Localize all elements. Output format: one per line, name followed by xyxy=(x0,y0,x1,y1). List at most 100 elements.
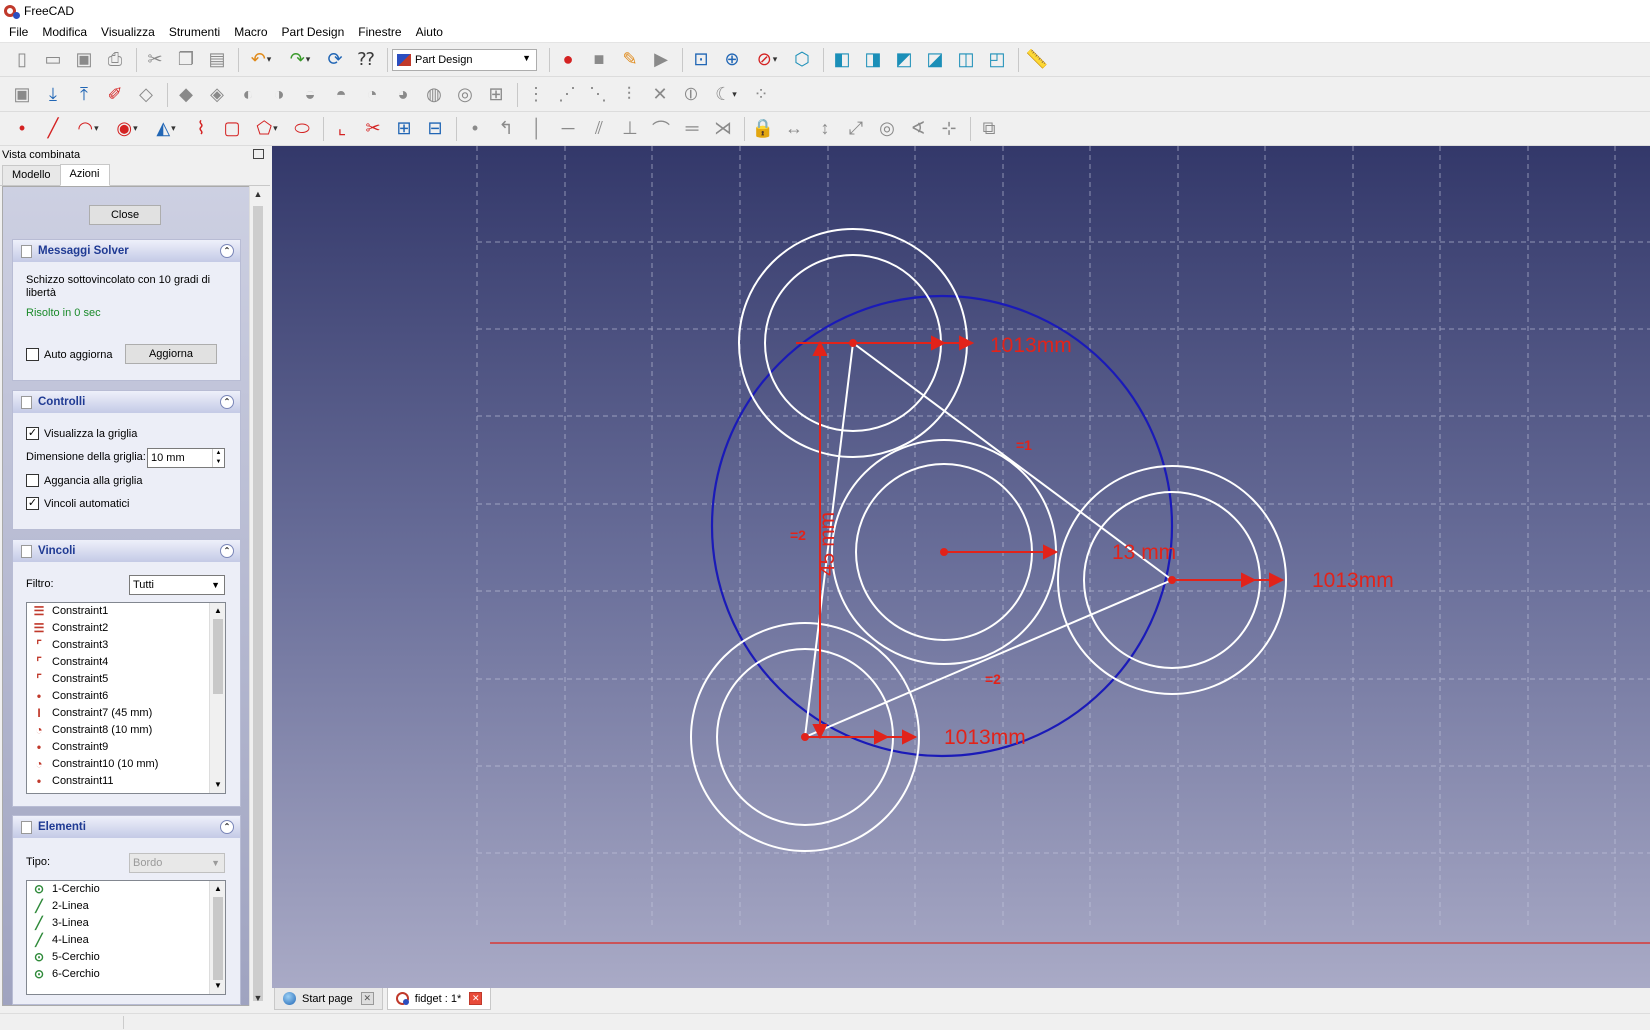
hole-icon[interactable]: ◍ xyxy=(420,81,448,109)
draw-style-icon[interactable]: ⊘ xyxy=(749,46,785,74)
constrain-vertical-distance-icon[interactable]: ↕ xyxy=(811,115,839,143)
constrain-radius-icon[interactable]: ◎ xyxy=(873,115,901,143)
undo-icon[interactable]: ↶ xyxy=(243,46,279,74)
constrain-symmetric-icon[interactable]: ⋊ xyxy=(709,115,737,143)
menu-part-design[interactable]: Part Design xyxy=(275,21,352,43)
copy-icon[interactable]: ❐ xyxy=(172,46,200,74)
circle-icon[interactable]: ◉ xyxy=(109,115,145,143)
undock-icon[interactable] xyxy=(253,149,264,159)
sketch-tool-2-icon[interactable]: ⋰ xyxy=(553,81,581,109)
dimension-labels[interactable]: 1013mm 13 mm 1013mm 1013mm 45 mm xyxy=(816,334,1394,749)
top-view-icon[interactable]: ◨ xyxy=(859,46,887,74)
close-icon[interactable]: ✕ xyxy=(360,992,374,1005)
menu-modifica[interactable]: Modifica xyxy=(35,21,94,43)
tab-fidget[interactable]: fidget : 1* ✕ xyxy=(386,988,492,1010)
draft-icon[interactable]: ◔ xyxy=(358,81,386,109)
sketch-canvas[interactable]: 1013mm 13 mm 1013mm 1013mm 45 mm =1 =2 =… xyxy=(272,146,1650,988)
sketch-tool-5-icon[interactable]: ✕ xyxy=(646,81,674,109)
collapse-icon[interactable]: ⌃ xyxy=(220,244,234,258)
list-item[interactable]: • Constraint9 xyxy=(27,739,225,756)
list-item[interactable]: ⊙ 1-Cerchio xyxy=(27,881,225,898)
trim-icon[interactable]: ✂ xyxy=(359,115,387,143)
dimension-label-bottom[interactable]: 1013mm xyxy=(944,726,1026,749)
fit-all-icon[interactable]: ⊡ xyxy=(687,46,715,74)
constraints-list[interactable]: ☰ Constraint1 ☰ Constraint2 ⌜ Constraint3 ⌜… xyxy=(26,602,226,794)
slot-icon[interactable]: ⬭ xyxy=(288,115,316,143)
collapse-icon[interactable]: ⌃ xyxy=(220,395,234,409)
list-scrollbar[interactable]: ▲ ▼ xyxy=(209,603,225,793)
list-item[interactable]: ⊙ 5-Cerchio xyxy=(27,949,225,966)
controls-header[interactable]: Controlli ⌃ xyxy=(13,391,240,413)
dimension-label-top[interactable]: 1013mm xyxy=(990,334,1072,357)
front-view-icon[interactable]: ◧ xyxy=(828,46,856,74)
sketch-icon[interactable]: ✐ xyxy=(101,81,129,109)
fillet-sketch-icon[interactable]: ⌞ xyxy=(328,115,356,143)
create-body-icon[interactable]: ▣ xyxy=(8,81,36,109)
right-view-icon[interactable]: ◩ xyxy=(890,46,918,74)
update-button[interactable]: Aggiorna xyxy=(125,344,217,364)
triangle-line-2[interactable] xyxy=(804,579,1173,738)
elements-list[interactable]: ⊙ 1-Cerchio ╱ 2-Linea ╱ 3-Linea ╱ 4-Linea ⊙ 5… xyxy=(26,880,226,995)
point-icon[interactable]: • xyxy=(8,115,36,143)
redo-icon[interactable]: ↷ xyxy=(282,46,318,74)
rear-view-icon[interactable]: ◪ xyxy=(921,46,949,74)
show-grid-checkbox[interactable]: ✓ xyxy=(26,427,39,440)
filter-select[interactable]: Tutti ▼ xyxy=(129,575,225,595)
groove-icon[interactable]: ◑ xyxy=(265,81,293,109)
thickness-icon[interactable]: ◕ xyxy=(389,81,417,109)
sketch-view[interactable]: 1013mm 13 mm 1013mm 1013mm 45 mm =1 =2 =… xyxy=(272,146,1650,988)
paste-icon[interactable]: ▤ xyxy=(203,46,231,74)
whats-this-icon[interactable]: ⁇ xyxy=(352,46,380,74)
conic-icon[interactable]: ◭ xyxy=(148,115,184,143)
constrain-angle-icon[interactable]: ∢ xyxy=(904,115,932,143)
list-item[interactable]: ╱ 4-Linea xyxy=(27,932,225,949)
macro-edit-icon[interactable]: ✎ xyxy=(616,46,644,74)
list-item[interactable]: ◔ Constraint8 (10 mm) xyxy=(27,722,225,739)
constrain-point-on-object-icon[interactable]: ↰ xyxy=(492,115,520,143)
constrain-horizontal-icon[interactable]: ─ xyxy=(554,115,582,143)
isometric-view-icon[interactable]: ⬡ xyxy=(788,46,816,74)
dimension-label-center[interactable]: 13 mm xyxy=(1112,541,1176,564)
list-item[interactable]: ⌜ Constraint3 xyxy=(27,637,225,654)
print-icon[interactable]: ⎙ xyxy=(101,46,129,74)
mirror-icon[interactable]: ◎ xyxy=(451,81,479,109)
constrain-distance-icon[interactable]: ⤢ xyxy=(842,115,870,143)
list-item[interactable]: ╱ 3-Linea xyxy=(27,915,225,932)
scroll-thumb[interactable] xyxy=(213,619,223,694)
list-item[interactable]: • Constraint11 xyxy=(27,773,225,790)
menu-file[interactable]: File xyxy=(2,21,35,43)
elements-header[interactable]: Elementi ⌃ xyxy=(13,816,240,838)
constrain-coincident-icon[interactable]: • xyxy=(461,115,489,143)
menu-finestre[interactable]: Finestre xyxy=(351,21,408,43)
macro-stop-icon[interactable]: ■ xyxy=(585,46,613,74)
collapse-icon[interactable]: ⌃ xyxy=(220,820,234,834)
tab-modello[interactable]: Modello xyxy=(2,165,61,185)
dimension-label-right[interactable]: 1013mm xyxy=(1312,569,1394,592)
polygon-icon[interactable]: ⬠ xyxy=(249,115,285,143)
sketch-tool-6-icon[interactable]: ⦶ xyxy=(677,81,705,109)
list-item[interactable]: I Constraint7 (45 mm) xyxy=(27,705,225,722)
list-item[interactable]: ⌜ Constraint4 xyxy=(27,654,225,671)
sketch-tool-3-icon[interactable]: ⋱ xyxy=(584,81,612,109)
scroll-down-icon[interactable]: ▼ xyxy=(210,978,225,994)
fit-selection-icon[interactable]: ⊕ xyxy=(718,46,746,74)
list-item[interactable]: ☰ Constraint1 xyxy=(27,603,225,620)
new-file-icon[interactable]: ▯ xyxy=(8,46,36,74)
constrain-snell-icon[interactable]: ⊹ xyxy=(935,115,963,143)
dimension-label-vertical[interactable]: 45 mm xyxy=(816,512,839,576)
bottom-view-icon[interactable]: ◫ xyxy=(952,46,980,74)
pattern-icon[interactable]: ⊞ xyxy=(482,81,510,109)
scroll-down-icon[interactable]: ▼ xyxy=(250,990,266,1006)
list-item[interactable]: ⌜ Constraint5 xyxy=(27,671,225,688)
menu-visualizza[interactable]: Visualizza xyxy=(94,21,162,43)
constrain-equal-icon[interactable]: ═ xyxy=(678,115,706,143)
task-panel-scrollbar[interactable]: ▲ ▼ xyxy=(249,186,265,1006)
collapse-icon[interactable]: ⌃ xyxy=(220,544,234,558)
scroll-thumb[interactable] xyxy=(213,897,223,980)
external-geometry-icon[interactable]: ⊞ xyxy=(390,115,418,143)
construction-mode-icon[interactable]: ⊟ xyxy=(421,115,449,143)
left-view-icon[interactable]: ◰ xyxy=(983,46,1011,74)
list-item[interactable]: ◔ Constraint10 (10 mm) xyxy=(27,756,225,773)
toggle-constraint-icon[interactable]: ⧉ xyxy=(975,115,1003,143)
close-button[interactable]: Close xyxy=(89,205,161,225)
